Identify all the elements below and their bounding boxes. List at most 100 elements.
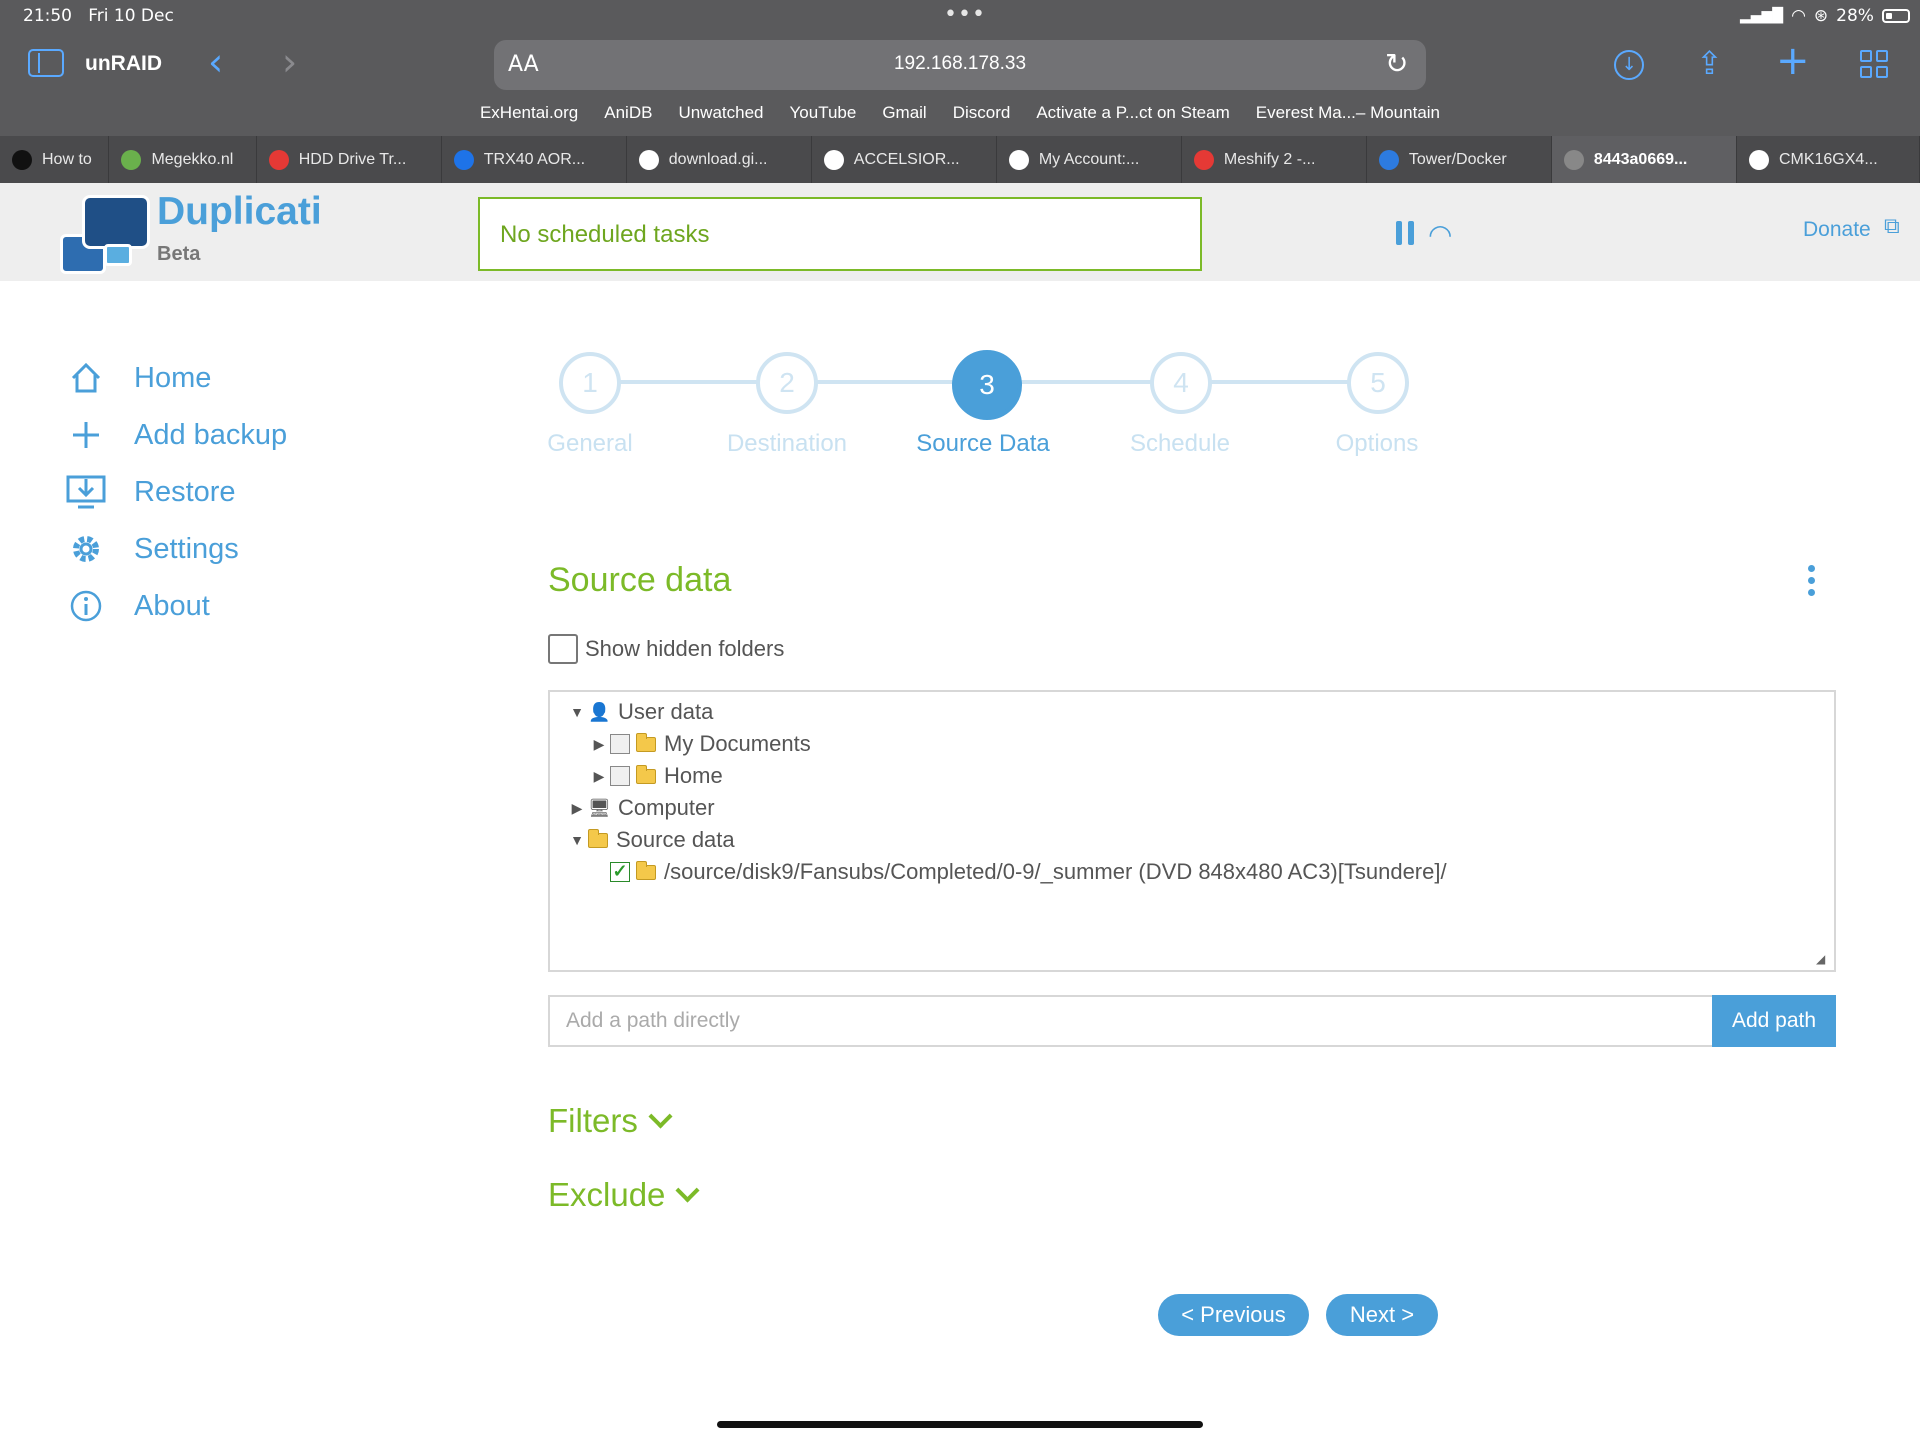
browser-tab[interactable]: Megekko.nl: [109, 136, 257, 183]
logo-icon-accent: [104, 244, 132, 266]
resize-handle-icon[interactable]: ◢: [1816, 952, 1825, 966]
step-3[interactable]: 3: [952, 350, 1022, 420]
nav-about[interactable]: About: [65, 585, 210, 627]
bookmark-item[interactable]: YouTube: [790, 103, 857, 123]
tree-node-home[interactable]: ▶ Home: [566, 760, 1826, 792]
browser-tab-label: download.gi...: [668, 150, 768, 168]
step-label-schedule[interactable]: Schedule: [1070, 430, 1290, 458]
folder-icon: [588, 828, 608, 848]
browser-tab[interactable]: How to: [0, 136, 110, 183]
info-icon: [65, 585, 107, 627]
throttle-gauge-icon[interactable]: ◠: [1428, 218, 1452, 251]
bookmark-item[interactable]: Unwatched: [678, 103, 763, 123]
browser-tab[interactable]: ACCELSIOR...: [812, 136, 997, 183]
bookmark-item[interactable]: ExHentai.org: [480, 103, 578, 123]
tab-strip: How to Megekko.nl HDD Drive Tr... TRX40 AOR…: [0, 136, 1920, 183]
tree-checkbox[interactable]: [610, 766, 630, 786]
bookmark-item[interactable]: Discord: [953, 103, 1011, 123]
tab-overview-icon[interactable]: [1860, 50, 1888, 78]
bookmark-item[interactable]: AniDB: [604, 103, 652, 123]
computer-icon: 🖥: [588, 797, 611, 818]
collapsed-triangle-icon[interactable]: ▶: [588, 736, 610, 753]
donate-link[interactable]: Donate: [1803, 218, 1871, 242]
user-icon: 👤: [588, 701, 611, 722]
nav-restore[interactable]: Restore: [65, 471, 236, 513]
exclude-toggle[interactable]: Exclude: [548, 1176, 700, 1214]
more-vertical-icon[interactable]: [1808, 565, 1816, 601]
browser-tab[interactable]: Meshify 2 -...: [1182, 136, 1367, 183]
nav-add-backup-label: Add backup: [134, 418, 288, 451]
tree-node-computer[interactable]: ▶ 🖥 Computer: [566, 792, 1826, 824]
rotation-lock-icon: ⊛: [1813, 6, 1829, 26]
show-hidden-label[interactable]: Show hidden folders: [585, 636, 784, 662]
favicon-icon: [823, 149, 844, 170]
step-label-options[interactable]: Options: [1267, 430, 1487, 458]
home-folder-icon: [636, 764, 656, 784]
filters-toggle[interactable]: Filters: [548, 1102, 673, 1140]
favicon-icon: [121, 149, 142, 170]
battery-icon: [1881, 9, 1910, 23]
browser-tab[interactable]: TRX40 AOR...: [442, 136, 627, 183]
bookmark-item[interactable]: Everest Ma...– Mountain: [1256, 103, 1440, 123]
step-4[interactable]: 4: [1150, 352, 1212, 414]
battery-percent: 28%: [1836, 6, 1874, 26]
add-path-button[interactable]: Add path: [1712, 995, 1836, 1047]
external-link-icon[interactable]: ⧉: [1884, 214, 1900, 239]
favicon-icon: [1193, 149, 1214, 170]
browser-tab-label: HDD Drive Tr...: [298, 150, 407, 168]
browser-tab[interactable]: Tower/Docker: [1367, 136, 1552, 183]
share-icon[interactable]: ⇪: [1696, 44, 1723, 82]
pause-icon[interactable]: [1396, 221, 1416, 245]
nav-restore-label: Restore: [134, 475, 236, 508]
browser-tab[interactable]: download.gi...: [627, 136, 812, 183]
step-5[interactable]: 5: [1347, 352, 1409, 414]
browser-tab-label: ACCELSIOR...: [853, 150, 960, 168]
favicon-icon: [1008, 149, 1029, 170]
nav-add-backup[interactable]: Add backup: [65, 414, 287, 456]
collapsed-triangle-icon[interactable]: ▶: [566, 800, 588, 817]
bookmark-item[interactable]: Gmail: [882, 103, 926, 123]
browser-tab[interactable]: CMK16GX4...: [1737, 136, 1920, 183]
downloads-icon[interactable]: ↓: [1614, 50, 1644, 80]
chevron-down-icon: [648, 1103, 673, 1129]
previous-button[interactable]: < Previous: [1158, 1294, 1309, 1336]
favicon-icon: [638, 149, 659, 170]
browser-tab-label: My Account:...: [1038, 150, 1140, 168]
nav-home[interactable]: Home: [65, 357, 211, 399]
browser-tab-label: Tower/Docker: [1408, 150, 1507, 168]
tree-node-my-documents[interactable]: ▶ My Documents: [566, 728, 1826, 760]
expanded-triangle-icon[interactable]: ▼: [566, 832, 588, 848]
step-1[interactable]: 1: [559, 352, 621, 414]
expanded-triangle-icon[interactable]: ▼: [566, 704, 588, 720]
nav-about-label: About: [134, 589, 210, 622]
browser-tab-label: CMK16GX4...: [1778, 150, 1878, 168]
bookmark-item[interactable]: Activate a P...ct on Steam: [1036, 103, 1229, 123]
collapsed-triangle-icon[interactable]: ▶: [588, 768, 610, 785]
favicon-icon: [1748, 149, 1769, 170]
status-indicators: ▂▄▆█ ◠ ⊛ 28%: [1740, 6, 1910, 26]
home-indicator[interactable]: [717, 1421, 1203, 1428]
tree-checkbox[interactable]: [610, 734, 630, 754]
step-2[interactable]: 2: [756, 352, 818, 414]
favicon-icon: [12, 149, 32, 170]
tree-node-user-data[interactable]: ▼ 👤 User data: [566, 696, 1826, 728]
browser-tab[interactable]: HDD Drive Tr...: [257, 136, 442, 183]
nav-settings[interactable]: Settings: [65, 528, 239, 570]
tree-node-source-data[interactable]: ▼ Source data: [566, 824, 1826, 856]
multitask-dots-icon[interactable]: •••: [944, 2, 986, 27]
nav-settings-label: Settings: [134, 532, 239, 565]
step-label-destination[interactable]: Destination: [677, 430, 897, 458]
next-button[interactable]: Next >: [1326, 1294, 1438, 1336]
step-label-general[interactable]: General: [480, 430, 700, 458]
new-tab-plus-icon[interactable]: +: [1776, 38, 1810, 84]
home-icon: [65, 357, 107, 399]
show-hidden-checkbox[interactable]: [548, 634, 578, 664]
browser-tab[interactable]: My Account:...: [997, 136, 1182, 183]
tree-checkbox-checked[interactable]: ✓: [610, 862, 630, 882]
step-label-source-data[interactable]: Source Data: [873, 430, 1093, 458]
add-path-input[interactable]: [548, 995, 1712, 1047]
tree-node-selected-path[interactable]: ✓ /source/disk9/Fansubs/Completed/0-9/_s…: [566, 856, 1826, 888]
browser-tab[interactable]: 8443a0669...: [1551, 136, 1737, 183]
reload-icon[interactable]: ↻: [1385, 47, 1408, 80]
brand-name[interactable]: Duplicati: [157, 190, 322, 234]
